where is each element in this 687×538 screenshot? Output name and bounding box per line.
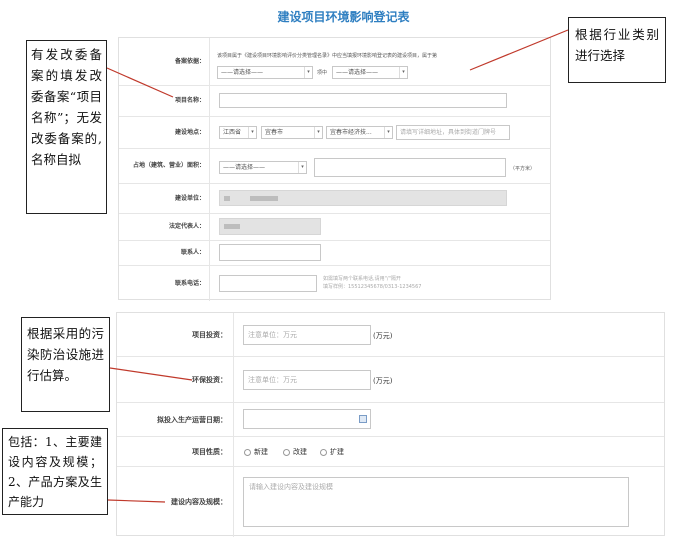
investment-label: 项目投资： xyxy=(192,330,227,339)
env-investment-unit: (万元) xyxy=(373,377,393,385)
contact-label: 联系人： xyxy=(180,249,205,257)
row-phone: 联系电话： 如需填写两个联系电话,请用"/"隔开 填写样例：1551234567… xyxy=(119,266,550,301)
area-label: 占地（建筑、营业）面积： xyxy=(132,162,205,170)
chevron-down-icon: ▾ xyxy=(248,127,256,138)
row-filing-basis: 备案依据： 该项目属于《建设项目环境影响评价分类管理名录》中应当填报环境影响登记… xyxy=(119,38,550,86)
location-label: 建设地点： xyxy=(174,128,205,136)
row-construction-unit: 建设单位： xyxy=(119,184,550,214)
project-name-label: 项目名称： xyxy=(174,97,205,105)
content-scale-textarea[interactable]: 请输入建设内容及建设规模 xyxy=(243,477,629,527)
category-select-1[interactable]: ——请选择—— ▾ xyxy=(217,66,313,79)
legal-rep-label: 法定代表人： xyxy=(168,223,205,231)
radio-circle-icon xyxy=(244,448,251,456)
filing-basis-middle-text: 项中 xyxy=(317,70,328,76)
annotation-project-name: 有发改委备案的填发改委备案“项目名称”；无发改委备案的,名称自拟 xyxy=(26,40,107,214)
district-select[interactable]: 宜春市经济技... ▾ xyxy=(326,126,393,139)
row-env-investment: 环保投资： 注意单位：万元 (万元) xyxy=(117,357,664,403)
chevron-down-icon: ▾ xyxy=(384,127,392,138)
chevron-down-icon: ▾ xyxy=(314,127,322,138)
address-input[interactable]: 请填写详细地址，具体到街道门牌号 xyxy=(396,125,510,140)
filing-basis-statement: 该项目属于《建设项目环境影响评价分类管理名录》中应当填报环境影响登记表的建设项目… xyxy=(217,53,438,59)
project-nature-label: 项目性质： xyxy=(192,447,227,456)
city-select[interactable]: 宜春市 ▾ xyxy=(261,126,323,139)
row-legal-rep: 法定代表人： xyxy=(119,214,550,241)
phone-label: 联系电话： xyxy=(174,279,205,287)
chevron-down-icon: ▾ xyxy=(304,67,312,78)
phone-input[interactable] xyxy=(219,275,317,292)
contact-input[interactable] xyxy=(219,244,321,261)
env-investment-input[interactable]: 注意单位：万元 xyxy=(243,370,371,390)
row-project-name: 项目名称： xyxy=(119,86,550,117)
phone-hint-1: 如需填写两个联系电话,请用"/"隔开 xyxy=(323,276,401,282)
radio-expand[interactable]: 扩建 xyxy=(320,447,344,457)
chevron-down-icon: ▾ xyxy=(399,67,407,78)
calendar-icon[interactable] xyxy=(359,415,367,423)
annotation-env-investment: 根据采用的污染防治设施进行估算。 xyxy=(21,317,110,412)
env-investment-label: 环保投资： xyxy=(192,375,227,384)
operation-date-label: 拟投入生产运营日期： xyxy=(157,415,227,424)
annotation-content-scale: 包括：1、主要建设内容及规模；2、产品方案及生产能力 xyxy=(2,428,108,515)
content-scale-label: 建设内容及规模： xyxy=(171,498,227,506)
investment-unit: (万元) xyxy=(373,332,393,340)
radio-circle-icon xyxy=(320,448,327,456)
row-location: 建设地点： 江西省 ▾ 宜春市 ▾ 宜春市经济技... ▾ 请填写详细地址，具体到街道… xyxy=(119,117,550,149)
area-type-select[interactable]: ——请选择—— ▾ xyxy=(219,161,307,174)
radio-circle-icon xyxy=(283,448,290,456)
province-select[interactable]: 江西省 ▾ xyxy=(219,126,257,139)
filing-basis-label: 备案依据： xyxy=(174,57,205,65)
construction-unit-value xyxy=(219,190,507,206)
operation-date-input[interactable] xyxy=(243,409,371,429)
chevron-down-icon: ▾ xyxy=(298,162,306,173)
row-area: 占地（建筑、营业）面积： ——请选择—— ▾ （平方米） xyxy=(119,149,550,184)
area-input[interactable] xyxy=(314,158,506,177)
phone-hint-2: 填写样例：15512345678/0313-1234567 xyxy=(323,284,422,290)
row-investment: 项目投资： 注意单位：万元 (万元) xyxy=(117,313,664,357)
investment-input[interactable]: 注意单位：万元 xyxy=(243,325,371,345)
legal-rep-value xyxy=(219,218,321,235)
row-project-nature: 项目性质： 新建 改建 扩建 xyxy=(117,437,664,467)
area-unit: （平方米） xyxy=(510,166,536,172)
row-contact: 联系人： xyxy=(119,241,550,266)
registration-form-bottom: 项目投资： 注意单位：万元 (万元) 环保投资： 注意单位：万元 (万元) 拟投… xyxy=(116,312,665,537)
radio-new-build[interactable]: 新建 xyxy=(244,447,268,457)
registration-form-top: 备案依据： 该项目属于《建设项目环境影响评价分类管理名录》中应当填报环境影响登记… xyxy=(118,37,551,301)
row-operation-date: 拟投入生产运营日期： xyxy=(117,403,664,437)
annotation-industry-category: 根据行业类别进行选择 xyxy=(568,17,666,83)
row-content-scale: 建设内容及规模： 请输入建设内容及建设规模 xyxy=(117,467,664,537)
project-name-input[interactable] xyxy=(219,93,507,108)
category-select-2[interactable]: ——请选择—— ▾ xyxy=(332,66,408,79)
construction-unit-label: 建设单位： xyxy=(174,194,205,202)
radio-rebuild[interactable]: 改建 xyxy=(283,447,307,457)
